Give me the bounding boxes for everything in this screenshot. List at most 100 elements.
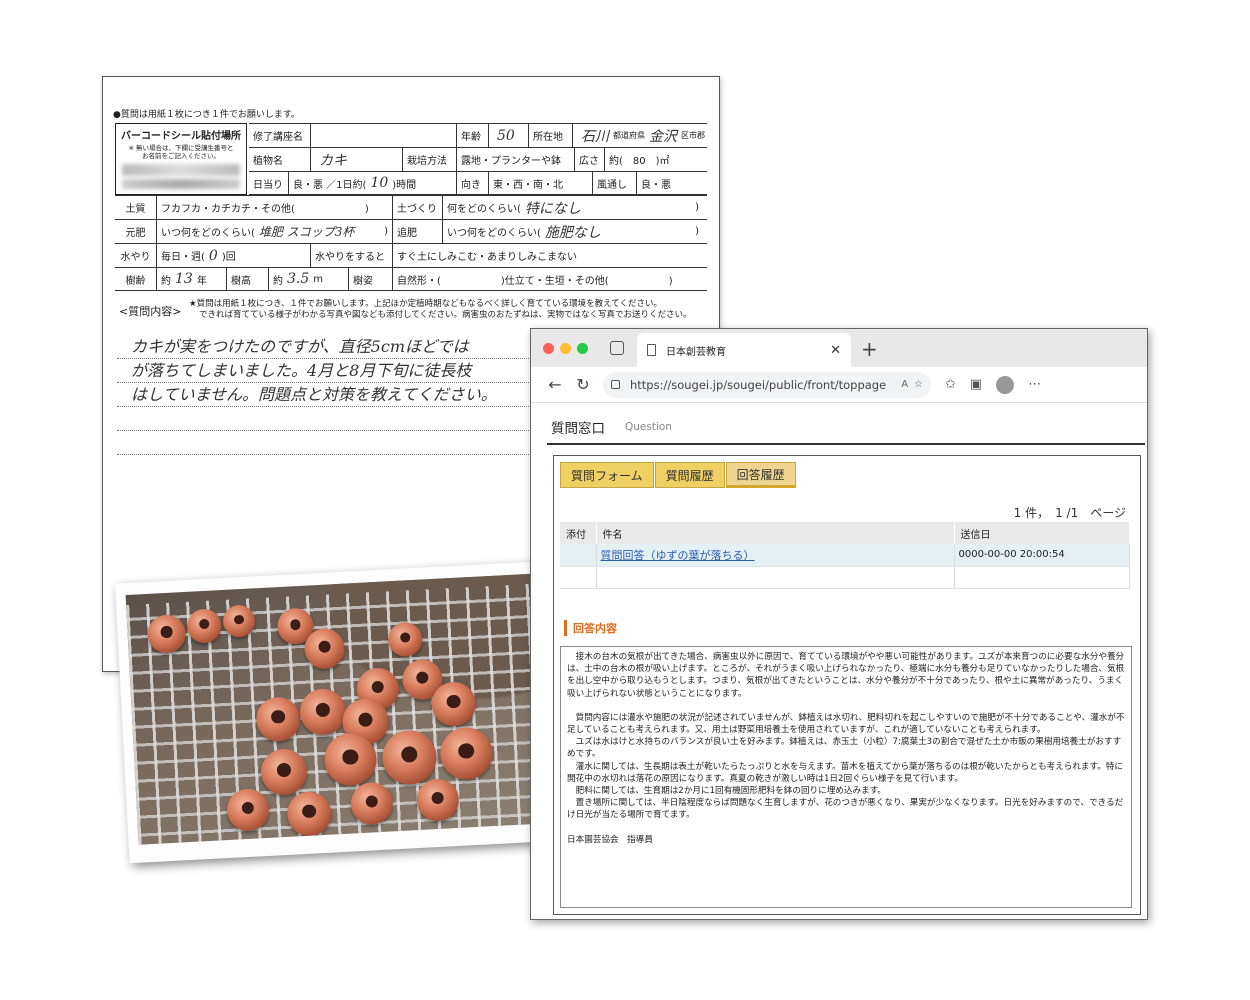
barcode-title: バーコードシール貼付場所 xyxy=(121,131,241,142)
barcode-area: バーコードシール貼付場所 ※ 無い場合は、下欄に受講生番号と お名前をご記入くだ… xyxy=(115,123,247,195)
base-fertilizer-label: 元肥 xyxy=(115,220,157,243)
age-value: 50 xyxy=(489,124,529,147)
form-row-sun: 日当り 良・悪 ／1日約(10)時間 向き 東・西・南・北 風通し 良・悪 xyxy=(249,171,707,195)
soil-value: フカフカ・カチカチ・その他( ) xyxy=(157,196,393,219)
back-arrow-icon[interactable]: ← xyxy=(541,375,569,394)
page-icon xyxy=(647,344,656,356)
table-row: 質問回答（ゆずの葉が落ちる） 0000-00-00 20:00:54 xyxy=(560,544,1130,567)
row-subject: 質問回答（ゆずの葉が落ちる） xyxy=(596,544,955,567)
area-value: 約( 80 )㎡ xyxy=(609,156,670,167)
answer-paragraph: ユズは水はけと水持ちのバランスが良い土を好みます。鉢植えは、赤玉土（小粒）7:腐… xyxy=(567,737,1122,760)
answer-paragraph: 質問内容には灌水や施肥の状況が記述されていませんが、鉢植えは水切れ、肥料切れを起… xyxy=(567,712,1125,736)
top-dressing-value: いつ何をどのくらい(施肥なし) xyxy=(447,224,699,241)
tab-actions-icon[interactable] xyxy=(610,341,624,355)
profile-avatar[interactable] xyxy=(996,375,1015,394)
plant-label: 植物名 xyxy=(249,148,311,171)
sun-label: 日当り xyxy=(249,172,289,194)
answer-paragraph: 置き場所に関しては、半日陰程度ならば問題なく生育しますが、花のつきが悪くなり、果… xyxy=(567,798,1124,821)
answer-content[interactable]: 接木の台木の気根が出てきた場合、病害虫以外に原因で、育てている環境がやや悪い可能… xyxy=(560,646,1132,908)
pager: 1 件， 1 /1 ページ xyxy=(1013,506,1126,520)
maximize-window-button[interactable] xyxy=(577,342,588,354)
form-top-grid: 修了講座名 年齢 50 所在地 石川 都道府県 金沢 区市郡 植物名 カキ 栽培方法 … xyxy=(249,123,707,195)
url-field[interactable]: https://sougei.jp/sougei/public/front/to… xyxy=(603,371,931,398)
form-row-fertilizer: 元肥 いつ何をどのくらい(堆肥 スコップ3杯) 追肥 いつ何をどのくらい(施肥な… xyxy=(115,219,707,243)
row-date: 0000-00-00 20:00:54 xyxy=(954,544,1130,567)
watering-value: 毎日・週(0)回 xyxy=(157,244,311,267)
col-subject: 件名 xyxy=(596,522,955,544)
answer-paragraph: 接木の台木の気根が出てきた場合、病害虫以外に原因で、育てている環境がやや悪い可能… xyxy=(567,652,1125,699)
panel-tabs: 質問フォーム 質問履歴 回答履歴 xyxy=(560,462,797,488)
tree-height-value: 約 3.5 m xyxy=(269,268,349,290)
title-divider xyxy=(547,443,1145,445)
form-notice: ●質問は用紙１枚につき１件でお願いします。 xyxy=(113,110,300,120)
answer-link[interactable]: 質問回答（ゆずの葉が落ちる） xyxy=(601,549,755,562)
close-window-button[interactable] xyxy=(543,342,554,354)
age-label: 年齢 xyxy=(457,124,489,147)
soil-label: 土質 xyxy=(115,196,157,219)
course-value xyxy=(311,124,457,147)
col-attach: 添付 xyxy=(560,522,597,544)
tree-age-value: 約 13 年 xyxy=(157,268,227,290)
tab-answer-history[interactable]: 回答履歴 xyxy=(725,462,796,488)
form-row-plant: 植物名 カキ 栽培方法 露地・プランターや鉢 広さ 約( 80 )㎡ xyxy=(249,147,707,171)
table-row-empty xyxy=(560,566,1130,589)
lock-icon xyxy=(611,380,620,389)
method-label: 栽培方法 xyxy=(403,148,457,171)
answer-heading: 回答内容 xyxy=(564,620,617,636)
table-header: 添付 件名 送信日 xyxy=(560,522,1130,544)
ventilation-value: 良・悪 xyxy=(641,179,671,191)
form-wide-grid: 土質 フカフカ・カチカチ・その他( ) 土づくり 何をどのくらい(特になし) 元… xyxy=(115,195,707,291)
answer-signature: 日本園芸協会 指導員 xyxy=(567,834,653,845)
soil-prep-value: 何をどのくらい(特になし) xyxy=(447,200,699,217)
page-subtitle: Question xyxy=(625,421,672,433)
question-content-label: <質問内容> xyxy=(119,305,182,318)
form-row-watering: 水やり 毎日・週(0)回 水やりをすると すぐ土にしみこむ・あまりしみこまない xyxy=(115,243,707,267)
watering-effect-value: すぐ土にしみこむ・あまりしみこまない xyxy=(397,252,577,263)
collections-icon[interactable]: ▣ xyxy=(970,377,982,392)
more-menu-icon[interactable]: ⋯ xyxy=(1028,377,1041,392)
tree-height-label: 樹高 xyxy=(227,268,269,290)
new-tab-icon[interactable]: + xyxy=(861,337,878,361)
tab-question-form[interactable]: 質問フォーム xyxy=(560,462,654,488)
location-value: 石川 都道府県 金沢 区市郡 xyxy=(581,128,705,145)
favorites-icon[interactable]: ✩ xyxy=(945,377,956,392)
tab-bar: 日本創芸教育 ✕ + xyxy=(531,329,1147,367)
toolbar-icons: ✩ ▣ ⋯ xyxy=(945,375,1041,394)
base-fertilizer-value: いつ何をどのくらい(堆肥 スコップ3杯) xyxy=(157,220,393,243)
course-label: 修了講座名 xyxy=(249,124,311,147)
address-bar: ← ↻ https://sougei.jp/sougei/public/fron… xyxy=(531,367,1147,403)
photo-image xyxy=(125,573,555,845)
blurred-student-number xyxy=(122,164,240,177)
tree-age-label: 樹齢 xyxy=(115,268,157,290)
watering-label: 水やり xyxy=(115,244,157,267)
plant-value: カキ xyxy=(311,148,403,171)
row-attach xyxy=(560,544,597,567)
url-text: https://sougei.jp/sougei/public/front/to… xyxy=(630,377,887,392)
close-icon[interactable]: ✕ xyxy=(830,343,841,358)
minimize-window-button[interactable] xyxy=(560,342,571,354)
direction-value: 東・西・南・北 xyxy=(489,172,593,194)
favorite-star-icon[interactable]: ☆ xyxy=(914,379,923,390)
sun-value: 良・悪 ／1日約(10)時間 xyxy=(289,172,457,194)
col-date: 送信日 xyxy=(954,522,1130,544)
tree-shape-value: 自然形・( )仕立て・生垣・その他( ) xyxy=(397,275,673,287)
persimmon-photo xyxy=(114,560,566,864)
blurred-student-name xyxy=(122,179,240,190)
tree-shape-label: 樹姿 xyxy=(349,268,393,290)
browser-tab[interactable]: 日本創芸教育 ✕ xyxy=(637,333,851,367)
form-row-soil: 土質 フカフカ・カチカチ・その他( ) 土づくり 何をどのくらい(特になし) xyxy=(115,195,707,219)
barcode-note: ※ 無い場合は、下欄に受講生番号と お名前をご記入ください。 xyxy=(128,144,234,161)
web-page: 質問窓口 Question 質問フォーム 質問履歴 回答履歴 1 件， 1 /1… xyxy=(531,403,1147,919)
page-title: 質問窓口 xyxy=(551,421,605,437)
watering-effect-label: 水やりをすると xyxy=(311,244,393,267)
tab-question-history[interactable]: 質問履歴 xyxy=(654,462,725,488)
ventilation-label: 風通し xyxy=(593,172,637,194)
soil-prep-label: 土づくり xyxy=(393,196,443,219)
area-label: 広さ xyxy=(575,148,605,171)
reload-icon[interactable]: ↻ xyxy=(569,375,597,394)
read-aloud-icon[interactable]: A xyxy=(901,379,908,390)
browser-window: 日本創芸教育 ✕ + ← ↻ https://sougei.jp/sougei/… xyxy=(530,328,1148,920)
answer-paragraph: 灌水に関しては、生長期は表土が乾いたらたっぷりと水を与えます。苗木を植えてから葉… xyxy=(567,761,1124,784)
window-controls xyxy=(531,342,588,354)
question-panel: 質問フォーム 質問履歴 回答履歴 1 件， 1 /1 ページ 添付 件名 送信日… xyxy=(553,455,1141,915)
